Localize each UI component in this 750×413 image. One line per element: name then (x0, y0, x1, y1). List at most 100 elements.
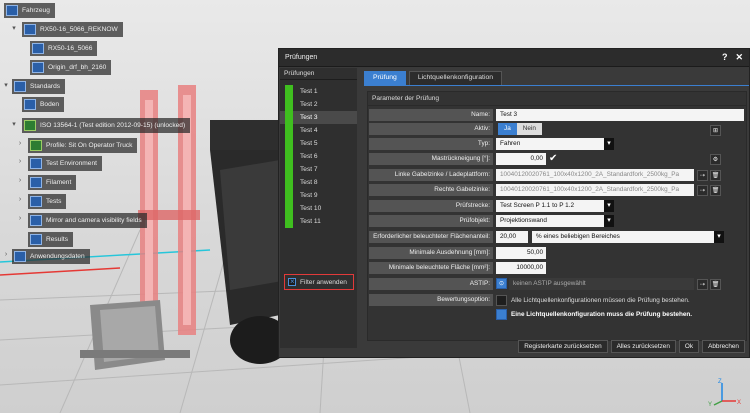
tests-list: Test 1 Test 2 Test 3 Test 4 Test 5 Test … (280, 85, 357, 228)
option-all-label: Alle Lichtquellenkonfigurationen müssen … (511, 297, 690, 304)
axis-x-label: X (737, 400, 741, 406)
filter-apply-toggle[interactable]: Filter anwenden (284, 274, 354, 290)
din-icon (24, 120, 36, 131)
hierarchy-icon[interactable]: ⊞ (710, 125, 721, 136)
astip-icon: ⊙ (496, 278, 507, 289)
chevron-down-icon[interactable]: ▾ (2, 81, 10, 89)
tree-item-tests[interactable]: Tests (28, 194, 67, 209)
chevron-right-icon[interactable]: › (16, 140, 24, 147)
strecke-label: Prüfstrecke: (369, 200, 493, 212)
trash-icon[interactable]: 🗑 (710, 279, 721, 290)
ok-button[interactable]: Ok (678, 340, 700, 353)
objekt-label: Prüfobjekt: (369, 215, 493, 227)
test-item-6[interactable]: Test 6 (280, 150, 357, 163)
filter-checkbox-icon[interactable] (288, 277, 296, 286)
option-one-label: Eine Lichtquellenkonfiguration muss die … (511, 311, 693, 318)
aktiv-ja-button[interactable]: Ja (498, 123, 517, 135)
test-item-4[interactable]: Test 4 (280, 124, 357, 137)
tree-item-test-environment[interactable]: Test Environment (28, 156, 102, 171)
beleuchtet-label: Minimale beleuchtete Fläche [mm²]: (369, 262, 493, 274)
model-icon (32, 43, 44, 54)
axis-z-label: Z (718, 379, 722, 385)
tree-item-mirror[interactable]: Mirror and camera visibility fields (28, 213, 147, 228)
dialog-title-bar[interactable]: Prüfungen ? ✕ (279, 49, 749, 67)
flaeche-unit-select[interactable]: % eines beliebigen Bereiches (532, 231, 724, 243)
links-input[interactable]: 10040120020761_100x40x1200_2A_Standardfo… (496, 169, 694, 181)
tree-item-standards[interactable]: Standards (12, 79, 66, 94)
reset-all-button[interactable]: Alles zurücksetzen (610, 340, 676, 353)
floor-icon (24, 99, 36, 110)
tree-item-rx50-reknow[interactable]: RX50-16_5066_REKNOW (22, 22, 123, 37)
help-button[interactable]: ? (722, 52, 728, 63)
filter-label: Filter anwenden (300, 278, 347, 286)
tab-lichtquellenkonfiguration[interactable]: Lichtquellenkonfiguration (408, 71, 503, 85)
test-item-3[interactable]: Test 3 (280, 111, 357, 124)
option-all-radio[interactable] (496, 295, 507, 306)
model-icon (32, 62, 44, 73)
tree-item-fahrzeug[interactable]: Fahrzeug (4, 3, 55, 18)
filament-icon (30, 177, 42, 188)
tree-item-filament[interactable]: Filament (28, 175, 77, 190)
rechts-input[interactable]: 10040120020761_100x40x1200_2A_Standardfo… (496, 184, 694, 196)
tree-item-origin[interactable]: Origin_drf_bh_2160 (30, 60, 112, 75)
trash-icon[interactable]: 🗑 (710, 170, 721, 181)
standards-icon (14, 81, 26, 92)
chevron-down-icon[interactable]: ▾ (10, 24, 18, 32)
test-item-11[interactable]: Test 11 (280, 215, 357, 228)
pruefungen-dialog: Prüfungen ? ✕ Prüfungen Test 1 Test 2 Te… (278, 48, 750, 358)
rechts-label: Rechte Gabelzinke: (369, 184, 493, 196)
beleuchtet-input[interactable]: 10000,00 (496, 262, 546, 274)
tree-item-profile[interactable]: Profile: Sit On Operator Truck (28, 138, 138, 153)
reset-tab-button[interactable]: Registerkarte zurücksetzen (518, 340, 608, 353)
test-item-7[interactable]: Test 7 (280, 163, 357, 176)
link-icon[interactable]: ⇢ (697, 170, 708, 181)
objekt-select[interactable]: Projektionswand (496, 215, 614, 227)
aktiv-nein-button[interactable]: Nein (516, 123, 542, 135)
test-item-9[interactable]: Test 9 (280, 189, 357, 202)
chevron-down-icon[interactable]: ▾ (10, 120, 18, 128)
chevron-right-icon[interactable]: › (16, 196, 24, 203)
ausdehnung-label: Minimale Ausdehnung [mm]: (369, 247, 493, 259)
dialog-tabs: Prüfung Lichtquellenkonfiguration (364, 71, 503, 85)
tests-header: Prüfungen (280, 68, 357, 80)
tab-pruefung[interactable]: Prüfung (364, 71, 406, 85)
chevron-right-icon[interactable]: › (16, 215, 24, 222)
test-item-2[interactable]: Test 2 (280, 98, 357, 111)
environment-icon (30, 158, 42, 169)
test-item-8[interactable]: Test 8 (280, 176, 357, 189)
aktiv-label: Aktiv: (369, 123, 493, 135)
chevron-right-icon[interactable]: › (16, 177, 24, 184)
mast-label: Mastrückneigung [°]: (369, 153, 493, 165)
tree-item-rx50[interactable]: RX50-16_5066 (30, 41, 98, 56)
chevron-right-icon[interactable]: › (2, 251, 10, 258)
checkmark-icon[interactable]: ✔ (549, 153, 561, 165)
tree-item-results[interactable]: Results (28, 232, 73, 247)
close-button[interactable]: ✕ (735, 52, 743, 63)
flaeche-input[interactable]: 20,00 (496, 231, 528, 243)
test-item-5[interactable]: Test 5 (280, 137, 357, 150)
aktiv-toggle[interactable]: Ja Nein (498, 123, 542, 135)
trash-icon[interactable]: 🗑 (710, 185, 721, 196)
mast-input[interactable]: 0,00 (496, 153, 546, 165)
option-one-radio[interactable] (496, 309, 507, 320)
flaeche-label: Erforderlicher beleuchteter Flächenantei… (369, 231, 493, 243)
tests-icon (30, 196, 42, 207)
link-icon[interactable]: ⇢ (697, 279, 708, 290)
dialog-footer: Registerkarte zurücksetzen Alles zurücks… (518, 340, 745, 353)
tree-item-iso[interactable]: ISO 13564-1 (Test edition 2012-09-15) (u… (22, 118, 191, 133)
strecke-select[interactable]: Test Screen P 1.1 to P 1.2 (496, 200, 614, 212)
tree-item-boden[interactable]: Boden (22, 97, 65, 112)
chevron-right-icon[interactable]: › (16, 158, 24, 165)
name-input[interactable]: Test 3 (496, 109, 744, 121)
settings-icon[interactable]: ⚙ (710, 154, 721, 165)
astip-value[interactable]: keinen ASTIP ausgewählt (509, 278, 694, 290)
tree-item-anwendungsdaten[interactable]: Anwendungsdaten (12, 249, 90, 264)
test-item-10[interactable]: Test 10 (280, 202, 357, 215)
params-title: Parameter der Prüfung (368, 92, 746, 106)
typ-select[interactable]: Fahren (496, 138, 614, 150)
ausdehnung-input[interactable]: 50,00 (496, 247, 546, 259)
link-icon[interactable]: ⇢ (697, 185, 708, 196)
typ-label: Typ: (369, 138, 493, 150)
test-item-1[interactable]: Test 1 (280, 85, 357, 98)
cancel-button[interactable]: Abbrechen (702, 340, 745, 353)
